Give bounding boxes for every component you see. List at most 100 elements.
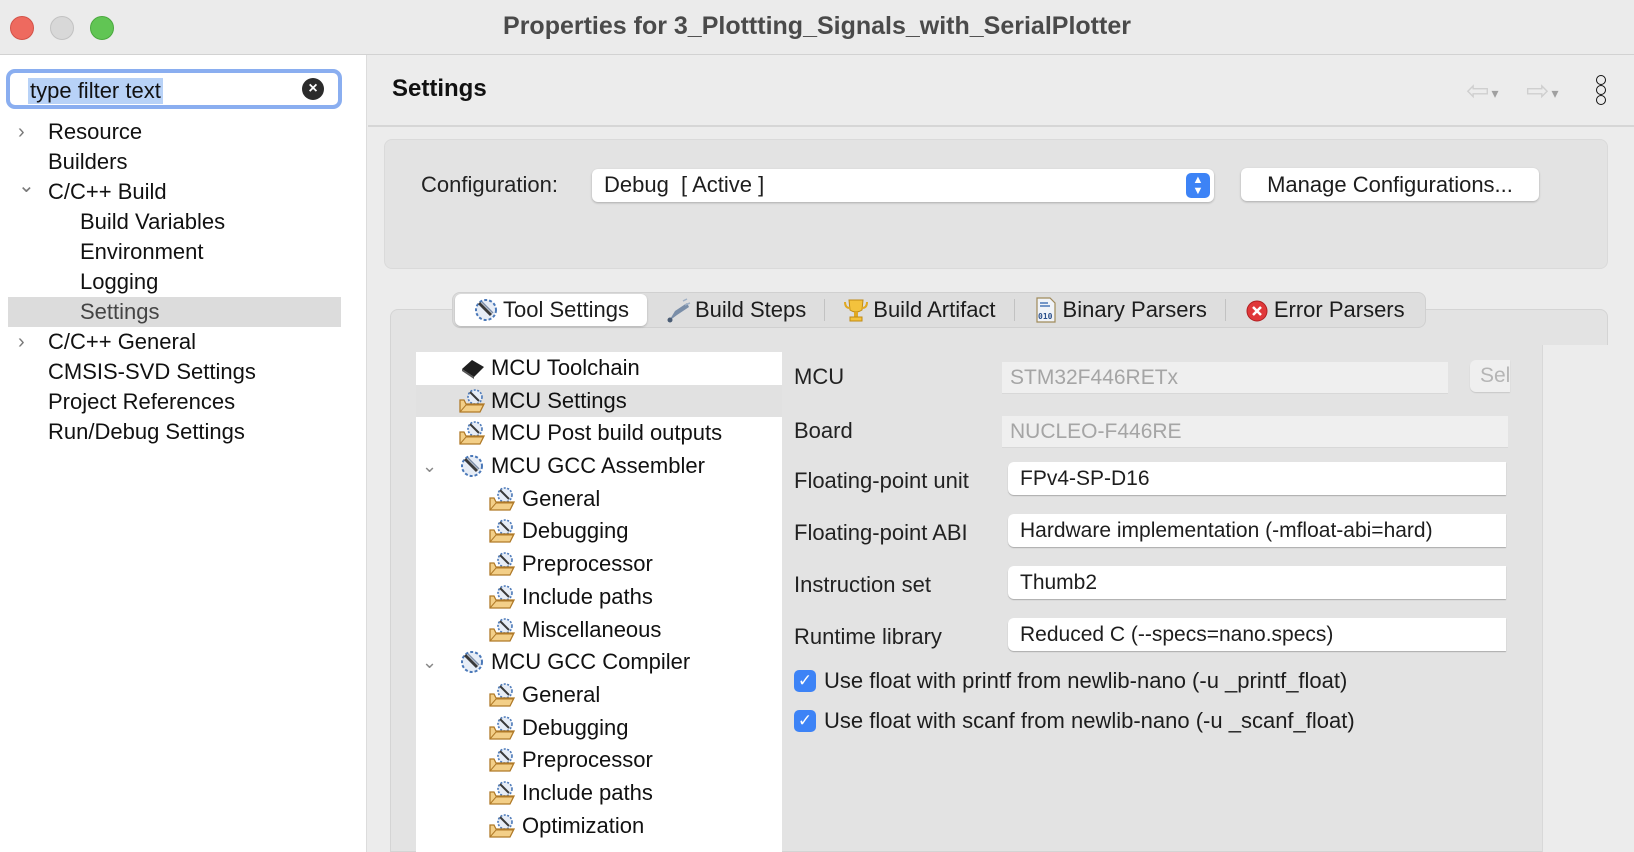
clear-filter-icon[interactable]: × [302, 78, 324, 100]
tree-item-label: MCU Post build outputs [491, 420, 723, 446]
tree-item-compiler-optimization[interactable]: Optimization [416, 810, 782, 843]
tab-build-steps[interactable]: Build Steps [647, 294, 824, 326]
tree-item-compiler-preprocessor[interactable]: Preprocessor [416, 744, 782, 777]
tree-item-compiler-debugging[interactable]: Debugging [416, 712, 782, 745]
folder-gear-icon [488, 551, 516, 577]
sidebar-item-cpp-build[interactable]: ⌄ C/C++ Build [0, 175, 367, 207]
filter-input[interactable]: type filter text × [6, 69, 342, 109]
folder-gear-icon [488, 486, 516, 512]
tree-item-compiler-general[interactable]: General [416, 679, 782, 712]
tree-item-assembler-miscellaneous[interactable]: Miscellaneous [416, 614, 782, 647]
tree-item-assembler-general[interactable]: General [416, 483, 782, 516]
tree-item-label: Preprocessor [522, 747, 653, 773]
folder-gear-icon [488, 682, 516, 708]
tool-settings-icon [473, 297, 499, 323]
back-button[interactable]: ⇦ ▾ [1466, 77, 1514, 105]
settings-page: Settings ⇦ ▾ ⇨ ▾ Configuration: Debug [ Ac… [368, 55, 1634, 852]
tab-label: Tool Settings [503, 297, 629, 322]
trophy-icon [844, 299, 869, 322]
sidebar-item-label: Logging [80, 269, 159, 294]
tree-item-mcu-gcc-assembler[interactable]: ⌄ MCU GCC Assembler [416, 450, 782, 483]
sidebar-item-builders[interactable]: Builders [0, 147, 367, 177]
tree-item-label: MCU GCC Compiler [491, 649, 691, 675]
sidebar-item-project-references[interactable]: Project References [0, 387, 367, 417]
folder-gear-icon [488, 617, 516, 643]
sidebar-item-resource[interactable]: › Resource [0, 117, 367, 147]
chip-icon [458, 355, 486, 381]
select-mcu-button[interactable]: Select... [1470, 360, 1510, 392]
tree-item-assembler-include-paths[interactable]: Include paths [416, 581, 782, 614]
runtime-library-select[interactable]: Reduced C (--specs=nano.specs) [1008, 618, 1506, 651]
tree-item-mcu-toolchain[interactable]: MCU Toolchain [416, 352, 782, 385]
printf-float-option[interactable]: ✓ Use float with printf from newlib-nano… [794, 667, 1347, 695]
sidebar-item-environment[interactable]: Environment [0, 237, 367, 267]
board-field: NUCLEO-F446RE [1002, 416, 1508, 448]
sidebar-item-run-debug-settings[interactable]: Run/Debug Settings [0, 417, 367, 447]
folder-gear-icon [488, 715, 516, 741]
tool-settings-tree: MCU Toolchain MCU Settings MCU Post buil… [416, 352, 782, 852]
tree-item-mcu-gcc-compiler[interactable]: ⌄ MCU GCC Compiler [416, 646, 782, 679]
printf-float-label: Use float with printf from newlib-nano (… [824, 668, 1348, 693]
folder-gear-icon [488, 584, 516, 610]
tree-item-label: MCU GCC Assembler [491, 453, 705, 479]
forward-button[interactable]: ⇨ ▾ [1526, 77, 1574, 105]
tab-tool-settings[interactable]: Tool Settings [455, 294, 647, 326]
tab-bar: Tool Settings Build Steps Build Artifact [452, 292, 1426, 328]
folder-gear-icon [488, 780, 516, 806]
sidebar-item-logging[interactable]: Logging [0, 267, 367, 297]
mcu-settings-form: MCU STM32F446RETx Select... Board NUCLEO… [782, 352, 1602, 852]
chevron-right-icon[interactable]: › [18, 327, 34, 357]
chevron-down-icon[interactable]: ⌄ [18, 171, 35, 201]
tree-item-assembler-debugging[interactable]: Debugging [416, 515, 782, 548]
printf-float-checkbox[interactable]: ✓ [794, 670, 816, 692]
tree-item-compiler-include-paths[interactable]: Include paths [416, 777, 782, 810]
tool-gear-icon [458, 649, 486, 675]
sidebar-item-label: Environment [80, 239, 204, 264]
svg-text:010: 010 [1038, 312, 1053, 321]
tree-item-label: Include paths [522, 583, 653, 609]
sidebar-item-label: Settings [80, 299, 160, 324]
configuration-select[interactable]: Debug [ Active ] ▲ ▼ [592, 169, 1214, 202]
select-stepper-icon[interactable]: ▲ ▼ [1186, 173, 1210, 198]
chevron-right-icon[interactable]: › [18, 117, 34, 147]
sidebar-item-label: Project References [48, 389, 236, 414]
sidebar-item-label: Builders [48, 149, 128, 174]
tab-label: Build Artifact [873, 297, 996, 322]
sidebar-item-settings[interactable]: Settings [8, 297, 341, 327]
tab-label: Build Steps [694, 297, 807, 322]
tree-item-mcu-post-build-outputs[interactable]: MCU Post build outputs [416, 417, 782, 450]
scanf-float-checkbox[interactable]: ✓ [794, 710, 816, 732]
forward-dropdown-icon[interactable]: ▾ [1551, 85, 1558, 101]
property-page-tree: › Resource Builders ⌄ C/C++ Build Build … [0, 117, 367, 447]
tree-item-mcu-settings[interactable]: MCU Settings [416, 384, 782, 418]
sidebar-item-label: Build Variables [80, 209, 226, 234]
chevron-down-icon[interactable]: ⌄ [422, 450, 437, 482]
chevron-down-icon[interactable]: ⌄ [422, 646, 437, 678]
tab-binary-parsers[interactable]: 010 Binary Parsers [1015, 294, 1225, 326]
more-options-icon[interactable] [1594, 75, 1608, 107]
sidebar-item-cpp-general[interactable]: › C/C++ General [0, 327, 367, 357]
tree-item-label: Preprocessor [522, 551, 653, 577]
instruction-set-select[interactable]: Thumb2 [1008, 566, 1506, 599]
configuration-select-value: Debug [ Active ] [604, 172, 765, 197]
tree-item-label: MCU Settings [491, 387, 627, 413]
fp-abi-select[interactable]: Hardware implementation (-mfloat-abi=har… [1008, 514, 1506, 547]
tree-item-label: Debugging [522, 518, 629, 544]
tree-item-assembler-preprocessor[interactable]: Preprocessor [416, 548, 782, 581]
mcu-field: STM32F446RETx [1002, 362, 1448, 394]
scanf-float-option[interactable]: ✓ Use float with scanf from newlib-nano … [794, 707, 1355, 735]
sidebar-item-label: CMSIS-SVD Settings [48, 359, 256, 384]
filter-input-value[interactable]: type filter text [28, 78, 163, 104]
sidebar-item-build-variables[interactable]: Build Variables [0, 207, 367, 237]
back-dropdown-icon[interactable]: ▾ [1491, 85, 1498, 101]
folder-gear-icon [488, 518, 516, 544]
tree-item-label: General [522, 485, 601, 511]
instruction-set-label: Instruction set [794, 572, 931, 597]
tab-error-parsers[interactable]: Error Parsers [1226, 294, 1423, 326]
folder-gear-icon [458, 420, 486, 446]
tab-build-artifact[interactable]: Build Artifact [825, 294, 1013, 326]
sidebar-item-label: C/C++ Build [48, 179, 167, 204]
sidebar-item-cmsis-svd-settings[interactable]: CMSIS-SVD Settings [0, 357, 367, 387]
manage-configurations-button[interactable]: Manage Configurations... [1241, 168, 1539, 201]
fpu-select[interactable]: FPv4-SP-D16 [1008, 462, 1506, 495]
